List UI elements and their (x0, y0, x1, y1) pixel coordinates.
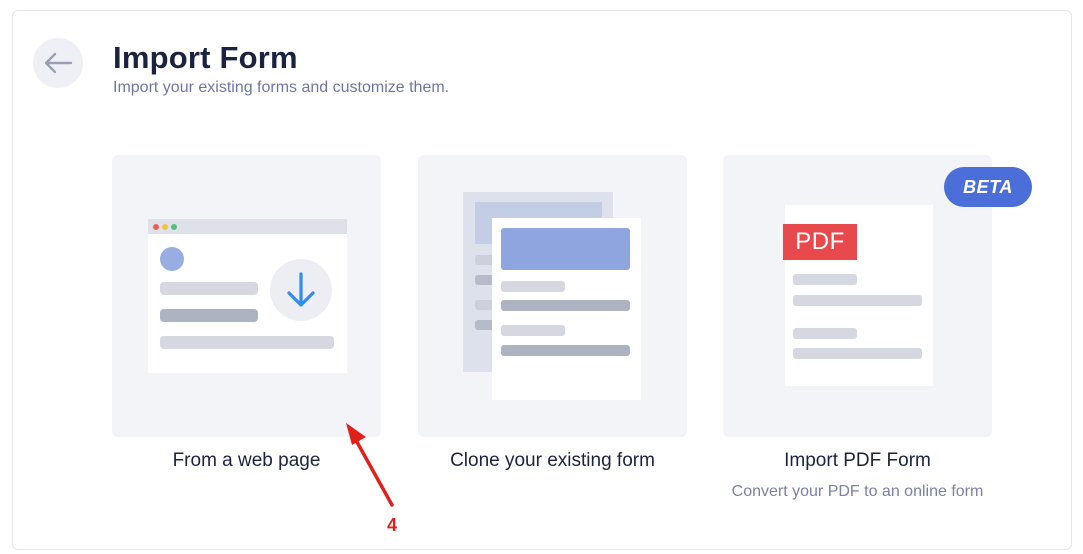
pdf-tag: PDF (795, 228, 845, 255)
page-subtitle: Import your existing forms and customize… (113, 79, 450, 96)
annotation-number: 4 (387, 515, 398, 535)
page-title: Import Form (113, 40, 298, 75)
cloned-form-illustration (463, 192, 641, 400)
from-web-page-card[interactable] (112, 155, 381, 437)
annotation-arrow (346, 423, 394, 507)
arrow-left-icon (44, 52, 73, 74)
clone-form-card[interactable] (418, 155, 687, 437)
back-button[interactable] (33, 38, 83, 88)
import-pdf-label[interactable]: Import PDF Form (723, 450, 992, 472)
beta-badge: BETA (944, 167, 1032, 207)
clone-form-label[interactable]: Clone your existing form (418, 450, 687, 472)
web-page-download-illustration (148, 219, 347, 373)
import-pdf-description: Convert your PDF to an online form (731, 483, 984, 500)
